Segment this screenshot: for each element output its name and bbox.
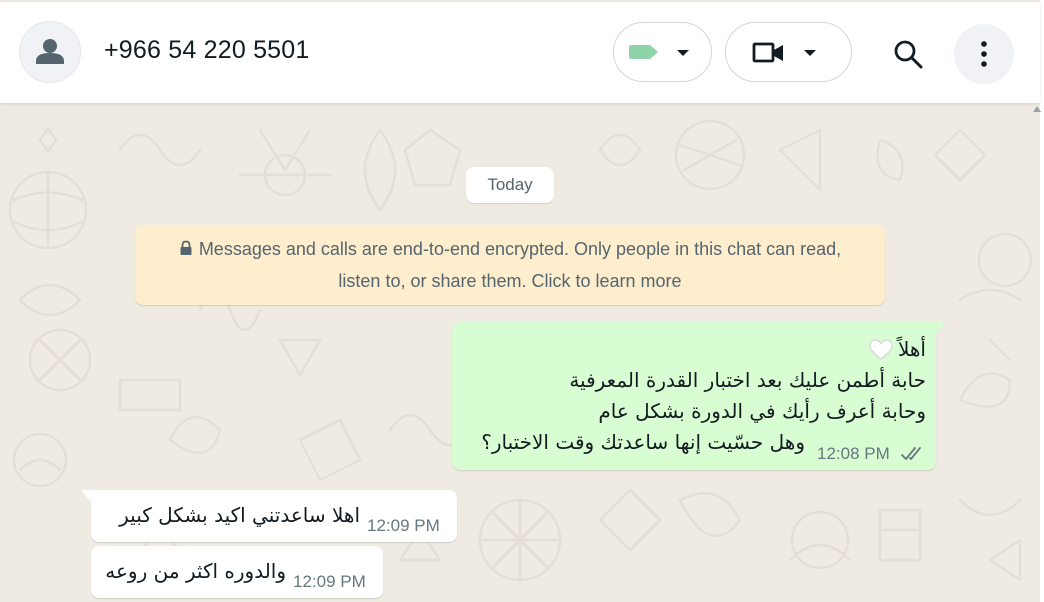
message-line: أهلاً [868, 337, 926, 361]
message-line: وحابة أعرف رأيك في الدورة بشكل عام [598, 399, 926, 423]
label-tag-icon [629, 45, 658, 59]
scroll-up-arrow-icon[interactable] [1033, 106, 1041, 112]
encryption-notice-line1: Messages and calls are end-to-end encryp… [198, 239, 842, 259]
incoming-bubble-tail [81, 490, 91, 502]
chat-header: +966 54 220 5501 [0, 2, 1040, 103]
kebab-menu-icon [981, 41, 987, 67]
default-user-icon [36, 39, 64, 64]
chevron-down-icon [677, 50, 689, 56]
incoming-message-bubble[interactable]: والدوره اكثر من روعه 12:09 PM [91, 546, 383, 598]
search-icon [894, 40, 923, 69]
message-text: اهلا ساعدتني اكيد بشكل كبير [119, 503, 360, 527]
message-line-text: أهلاً [897, 337, 926, 361]
message-timestamp: 12:09 PM [367, 516, 440, 535]
video-camera-icon [752, 42, 783, 63]
incoming-message-bubble[interactable]: اهلا ساعدتني اكيد بشكل كبير 12:09 PM [91, 490, 457, 542]
encryption-notice-line1-row: Messages and calls are end-to-end encryp… [147, 233, 873, 265]
message-line: حابة أطمن عليك بعد اختبار القدرة المعرفي… [569, 368, 926, 392]
encryption-notice[interactable]: Messages and calls are end-to-end encryp… [135, 225, 885, 305]
outgoing-message-bubble[interactable]: أهلاً حابة أطمن عليك بعد اختبار القدرة ا… [452, 322, 936, 470]
chevron-down-icon [804, 50, 816, 56]
search-button[interactable] [878, 24, 938, 84]
encryption-notice-line2: listen to, or share them. Click to learn… [338, 271, 682, 291]
lock-icon [180, 240, 192, 255]
white-heart-emoji [869, 339, 893, 360]
message-timestamp: 12:08 PM [817, 444, 890, 463]
double-tick-icon [901, 447, 921, 460]
menu-button[interactable] [954, 24, 1014, 84]
contact-name[interactable]: +966 54 220 5501 [104, 36, 309, 65]
message-text: والدوره اكثر من روعه [105, 559, 286, 583]
label-dropdown-button[interactable] [613, 22, 712, 82]
message-line: وهل حسّيت إنها ساعدتك وقت الاختبار؟ [481, 430, 805, 454]
contact-avatar[interactable] [19, 21, 81, 83]
date-separator: Today [466, 167, 554, 203]
message-timestamp: 12:09 PM [293, 572, 366, 591]
video-call-dropdown-button[interactable] [725, 22, 852, 82]
window-right-edge [1040, 0, 1044, 602]
outgoing-bubble-tail [936, 322, 946, 334]
